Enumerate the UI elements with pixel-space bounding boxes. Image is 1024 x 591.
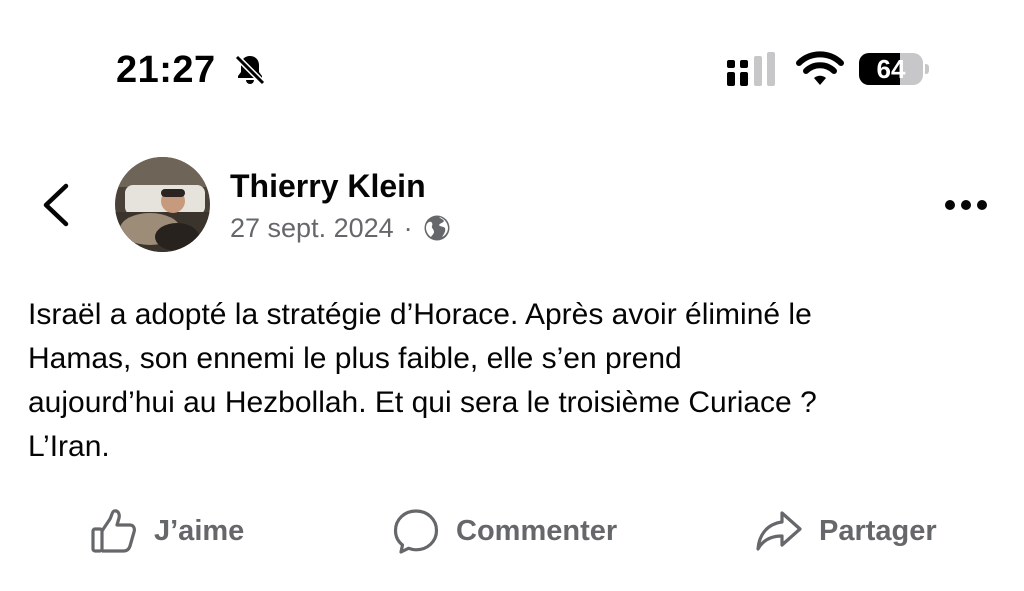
like-label: J’aime <box>154 514 245 547</box>
back-chevron-icon[interactable] <box>36 180 76 230</box>
comment-label: Commenter <box>456 514 618 547</box>
post-text-line: L’Iran. <box>28 430 110 463</box>
post-date[interactable]: 27 sept. 2024 <box>230 210 394 246</box>
like-button[interactable]: J’aime <box>90 505 244 557</box>
share-label: Partager <box>819 514 937 547</box>
post-text-line: Hamas, son ennemi le plus faible, elle s… <box>28 342 682 375</box>
post-text-line: aujourd’hui au Hezbollah. Et qui sera le… <box>28 386 817 419</box>
meta-separator: · <box>403 213 413 243</box>
signal-icon <box>727 52 775 86</box>
battery-level: 64 <box>876 54 906 84</box>
post-meta: 27 sept. 2024 · <box>230 210 451 246</box>
wifi-icon <box>796 51 844 85</box>
share-button[interactable]: Partager <box>755 505 937 557</box>
more-options-icon[interactable] <box>940 190 992 220</box>
screen: 21:27 64 Thierry Klein 27 sept. 2024 · I… <box>0 0 1024 591</box>
globe-icon <box>424 215 450 241</box>
bell-slash-icon <box>234 54 266 86</box>
avatar[interactable] <box>115 157 210 252</box>
author-name[interactable]: Thierry Klein <box>230 166 426 206</box>
status-time: 21:27 <box>116 49 216 91</box>
comment-button[interactable]: Commenter <box>392 505 617 557</box>
post-text: Israël a adopté la stratégie d’Horace. A… <box>28 293 1008 469</box>
thumbs-up-icon <box>91 509 136 553</box>
battery-icon: 64 <box>859 53 929 85</box>
share-arrow-icon <box>756 511 802 551</box>
comment-icon <box>393 509 439 554</box>
post-text-line: Israël a adopté la stratégie d’Horace. A… <box>28 298 812 331</box>
